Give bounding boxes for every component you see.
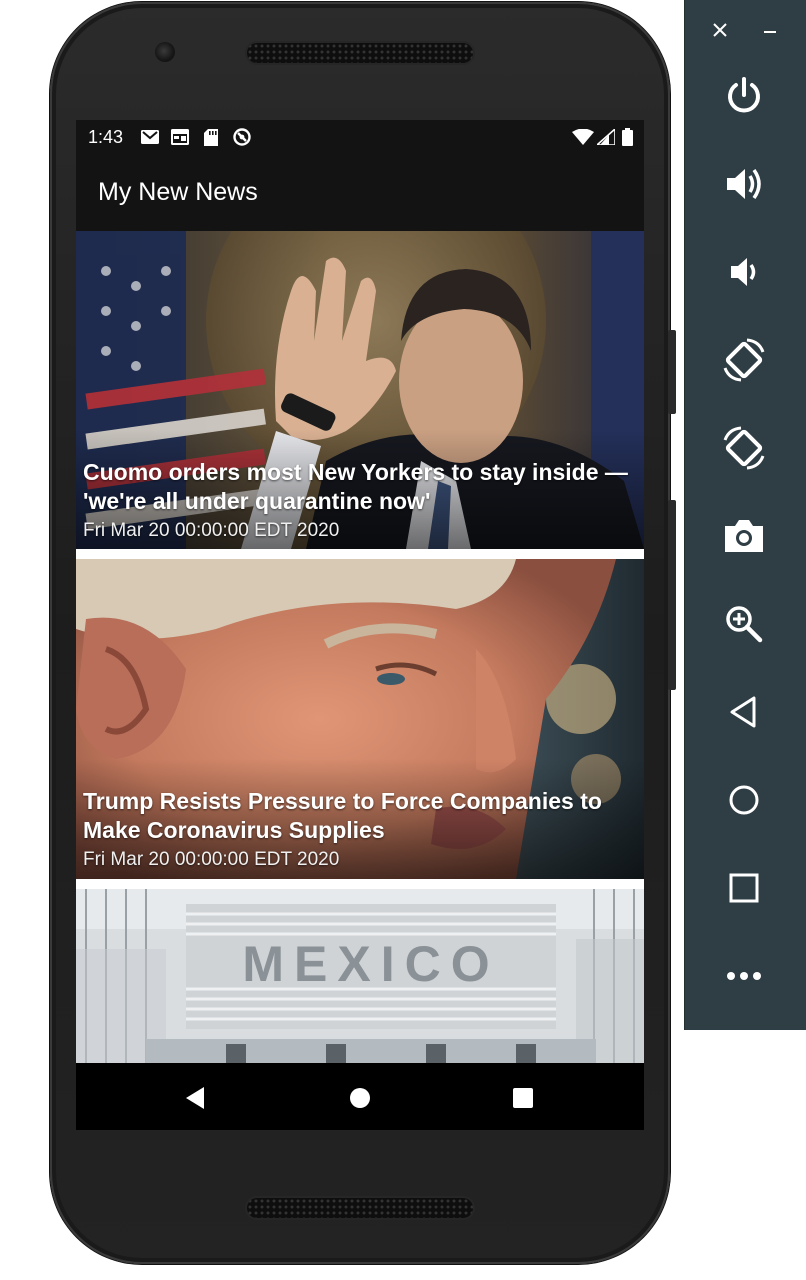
zoom-icon[interactable] <box>715 595 773 653</box>
recents-icon[interactable] <box>508 1083 538 1113</box>
sd-card-icon <box>202 128 220 146</box>
status-time: 1:43 <box>88 127 124 147</box>
news-card[interactable]: Cuomo orders most New Yorkers to stay in… <box>76 231 644 549</box>
calendar-icon <box>170 128 190 146</box>
back-icon[interactable] <box>180 1083 210 1113</box>
phone-power-button <box>668 330 676 414</box>
wifi-icon <box>572 128 594 146</box>
app-title: My New News <box>98 178 258 206</box>
minimize-icon[interactable] <box>758 18 782 42</box>
article-date: Fri Mar 20 00:00:00 EDT 2020 <box>83 520 340 541</box>
back-icon[interactable] <box>715 683 773 741</box>
camera-icon[interactable] <box>715 507 773 565</box>
front-camera <box>155 42 175 62</box>
battery-icon <box>620 128 634 146</box>
status-bar: 1:43 <box>76 120 644 154</box>
news-card[interactable]: MEXICO <box>76 889 644 1063</box>
article-title: Cuomo orders most New Yorkers to stay in… <box>83 459 628 514</box>
news-card[interactable]: Trump Resists Pressure to Force Companie… <box>76 559 644 879</box>
gmail-icon <box>140 128 160 146</box>
article-title: Trump Resists Pressure to Force Companie… <box>83 788 602 843</box>
rotate-left-icon[interactable] <box>715 331 773 389</box>
volume-up-icon[interactable] <box>715 155 773 213</box>
navigation-bar <box>76 1063 644 1130</box>
power-icon[interactable] <box>715 67 773 125</box>
close-icon[interactable] <box>708 18 732 42</box>
phone-volume-rocker <box>668 500 676 690</box>
article-date: Fri Mar 20 00:00:00 EDT 2020 <box>83 849 340 870</box>
app-bar: My New News <box>76 154 644 231</box>
mexico-sign-text: MEXICO <box>242 936 499 992</box>
mexico-border-photo: MEXICO <box>76 889 644 1063</box>
more-icon[interactable] <box>715 947 773 1005</box>
bottom-speaker <box>247 1198 473 1218</box>
earpiece-speaker <box>247 43 473 63</box>
home-icon[interactable] <box>715 771 773 829</box>
home-icon[interactable] <box>345 1083 375 1113</box>
rotate-right-icon[interactable] <box>715 419 773 477</box>
overview-icon[interactable] <box>715 859 773 917</box>
emulator-toolbar <box>684 0 806 1030</box>
cell-signal-icon <box>596 128 616 146</box>
volume-down-icon[interactable] <box>715 243 773 301</box>
device-screen: 1:43 My New News Cuomo orders most New Y… <box>76 120 644 1130</box>
sync-icon <box>232 128 252 146</box>
news-list[interactable]: Cuomo orders most New Yorkers to stay in… <box>76 231 644 1063</box>
